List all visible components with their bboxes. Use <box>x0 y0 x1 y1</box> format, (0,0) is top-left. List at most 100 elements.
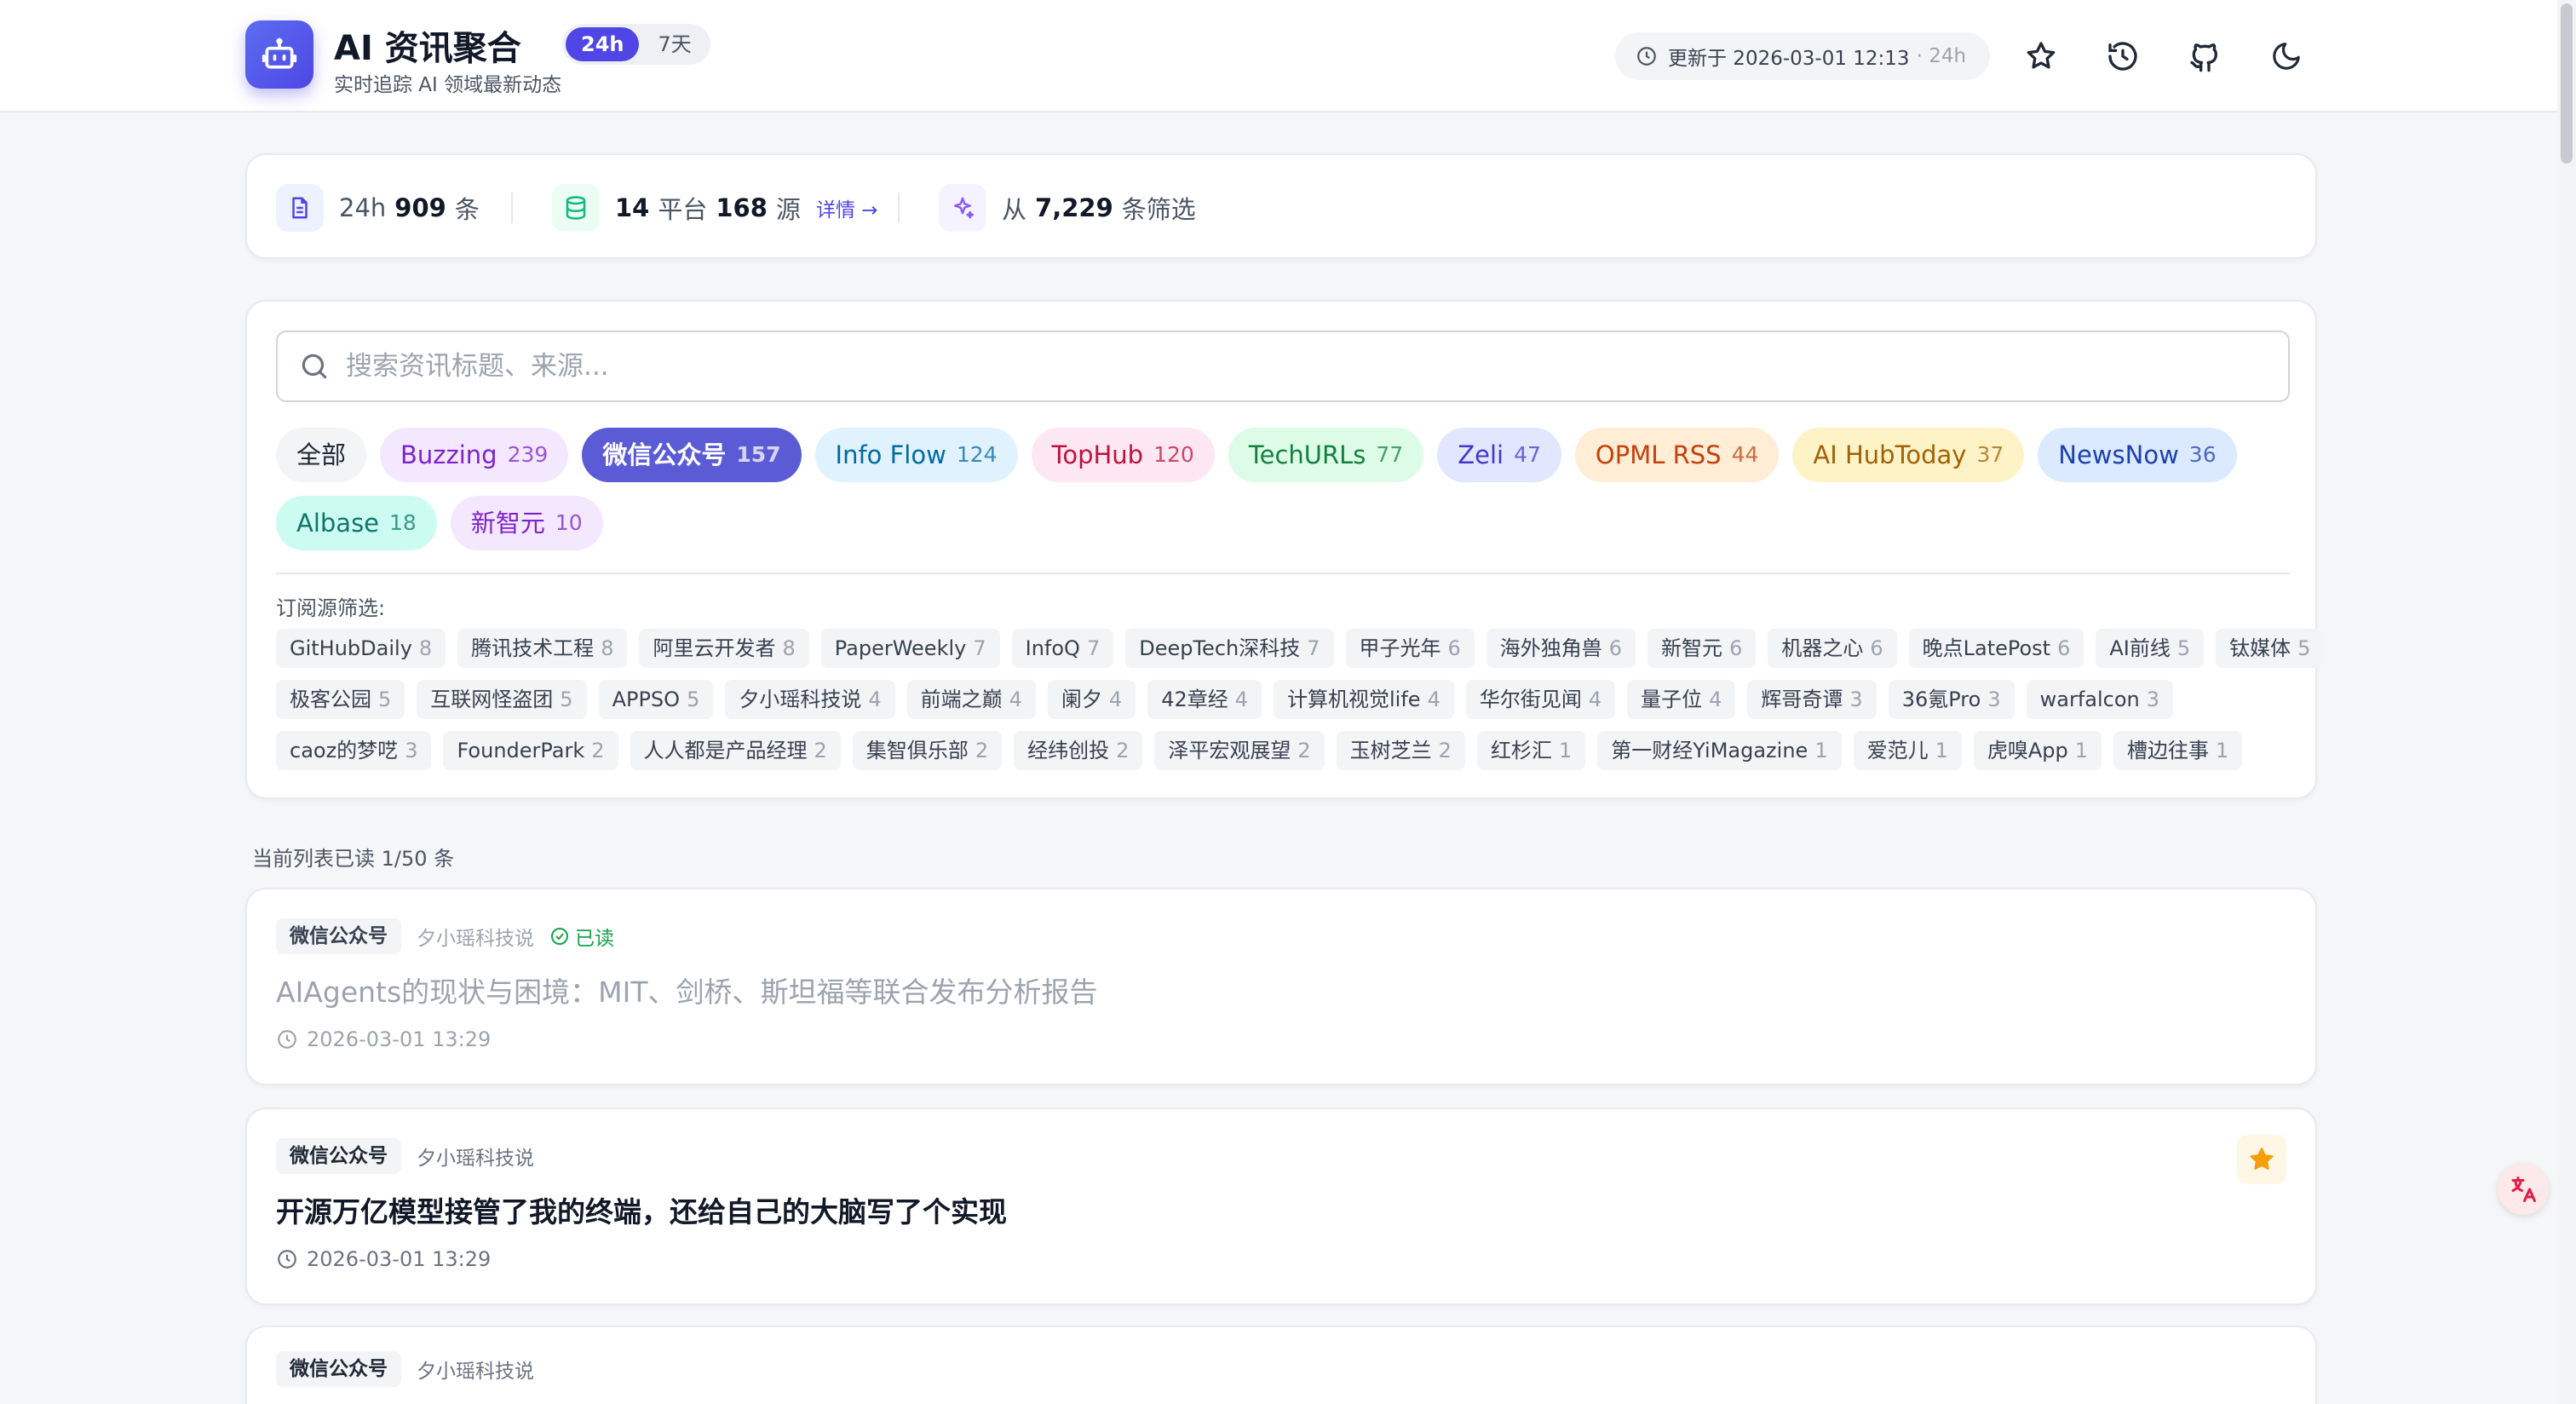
source-filter-chip[interactable]: 槽边往事 1 <box>2113 731 2243 770</box>
platform-filter-chip[interactable]: TopHub 120 <box>1031 428 1215 482</box>
platform-filter-chip[interactable]: 微信公众号 157 <box>582 428 802 482</box>
source-filter-chip[interactable]: FounderPark 2 <box>443 731 618 770</box>
source-chip-count: 2 <box>1297 739 1311 762</box>
platform-filter-chip[interactable]: TechURLs 77 <box>1228 428 1424 482</box>
item-title[interactable]: AIAgents的现状与困境：MIT、剑桥、斯坦福等联合发布分析报告 <box>276 970 1098 1010</box>
source-chip-label: 甲子光年 <box>1359 636 1441 660</box>
details-link[interactable]: 详情 → <box>816 193 878 222</box>
platform-chip-label: 微信公众号 <box>602 440 727 469</box>
platform-filter-chip[interactable]: Albase 18 <box>276 496 437 550</box>
favorite-button[interactable] <box>2237 1135 2286 1184</box>
news-item[interactable]: 微信公众号 夕小瑶科技说 已读 AIAgents的现状与困境：MIT、剑桥、斯坦… <box>245 888 2317 1085</box>
source-chip-label: 海外独角兽 <box>1499 636 1602 660</box>
source-filter-chip[interactable]: 晚点LatePost 6 <box>1908 629 2084 668</box>
source-filter-chip[interactable]: 甲子光年 6 <box>1345 629 1475 668</box>
dark-mode-toggle[interactable] <box>2264 34 2309 78</box>
source-filter-chip[interactable]: 36氪Pro 3 <box>1888 680 2015 719</box>
source-filter-chip[interactable]: 经纬创投 2 <box>1014 731 1143 770</box>
platform-chip-label: Zeli <box>1458 440 1504 469</box>
source-filter-chip[interactable]: 极客公园 5 <box>276 680 405 719</box>
source-filter-chip[interactable]: 集智俱乐部 2 <box>852 731 1003 770</box>
platform-filter-chip[interactable]: Info Flow 124 <box>814 428 1018 482</box>
source-filter-chip[interactable]: 人人都是产品经理 2 <box>630 731 841 770</box>
item-time-text: 2026-03-01 13:29 <box>307 1247 492 1271</box>
news-item[interactable]: 微信公众号 夕小瑶科技说 <box>245 1326 2317 1404</box>
source-filter-chip[interactable]: 42章经 4 <box>1147 680 1262 719</box>
range-7d-button[interactable]: 7天 <box>642 27 706 61</box>
platform-chip-label: Albase <box>296 509 380 538</box>
source-filter-chip[interactable]: DeepTech深科技 7 <box>1125 629 1334 668</box>
source-filter-chip[interactable]: 第一财经YiMagazine 1 <box>1597 731 1842 770</box>
source-filter-chip[interactable]: APPSO 5 <box>598 680 714 719</box>
platform-filter-chip[interactable]: 新智元 10 <box>450 496 603 550</box>
source-filter-chip[interactable]: 华尔街见闻 4 <box>1465 680 1616 719</box>
item-source: 夕小瑶科技说 <box>417 1148 534 1170</box>
source-filter-chip[interactable]: 玉树芝兰 2 <box>1336 731 1465 770</box>
source-chip-count: 1 <box>1814 739 1828 762</box>
source-chip-label: 集智俱乐部 <box>865 739 969 762</box>
source-filter-chip[interactable]: 新智元 6 <box>1647 629 1757 668</box>
source-filter-chip[interactable]: 辉哥奇谭 3 <box>1747 680 1877 719</box>
platform-filter-chip[interactable]: OPML RSS 44 <box>1574 428 1780 482</box>
source-chip-label: warfalcon <box>2039 688 2140 711</box>
search-input[interactable] <box>346 351 2220 382</box>
source-filter-chip[interactable]: 阿里云开发者 8 <box>639 629 809 668</box>
clock-icon <box>278 1030 296 1049</box>
robot-logo-icon <box>245 20 313 89</box>
github-button[interactable] <box>2182 34 2227 78</box>
source-chip-label: 42章经 <box>1161 688 1228 711</box>
platform-chip-label: TechURLs <box>1248 440 1366 469</box>
source-chip-count: 3 <box>405 739 418 762</box>
source-filter-chip[interactable]: 海外独角兽 6 <box>1486 629 1636 668</box>
source-filter-chip[interactable]: 计算机视觉life 4 <box>1274 680 1454 719</box>
news-item[interactable]: 微信公众号 夕小瑶科技说 开源万亿模型接管了我的终端，还给自己的大脑写了个实现 … <box>245 1108 2317 1305</box>
source-filter-chip[interactable]: AI前线 5 <box>2096 629 2205 668</box>
stat-filtered-suffix: 条筛选 <box>1121 195 1196 224</box>
favorites-button[interactable] <box>2019 34 2063 78</box>
stat-platforms-label: 平台 <box>658 195 708 224</box>
source-chip-count: 4 <box>868 688 882 711</box>
source-filter-chip[interactable]: 钛媒体 5 <box>2216 629 2325 668</box>
range-24h-button[interactable]: 24h <box>566 27 640 61</box>
source-filter-chip[interactable]: 腾讯技术工程 8 <box>457 629 628 668</box>
platform-filter-chip[interactable]: NewsNow 36 <box>2038 428 2237 482</box>
scrollbar-thumb[interactable] <box>2561 3 2573 164</box>
source-filter-chip[interactable]: 爱范儿 1 <box>1853 731 1962 770</box>
platform-chip-count: 37 <box>1976 442 2004 467</box>
stat-platforms-count: 14 <box>615 193 650 222</box>
app-subtitle: 实时追踪 AI 领域最新动态 <box>334 74 562 96</box>
source-filter-chip[interactable]: 互联网怪盗团 5 <box>417 680 587 719</box>
platform-filter-chip[interactable]: AI HubToday 37 <box>1792 428 2025 482</box>
source-filter-chip[interactable]: 泽平宏观展望 2 <box>1154 731 1325 770</box>
source-filter-chip[interactable]: 机器之心 6 <box>1768 629 1897 668</box>
source-filter-chip[interactable]: 夕小瑶科技说 4 <box>725 680 895 719</box>
item-title[interactable]: 开源万亿模型接管了我的终端，还给自己的大脑写了个实现 <box>276 1189 1007 1230</box>
platform-filter-chip[interactable]: Zeli 47 <box>1437 428 1561 482</box>
platform-filter-chip[interactable]: Buzzing 239 <box>380 428 569 482</box>
source-chip-count: 4 <box>1588 688 1602 711</box>
source-filter-chip[interactable]: InfoQ 7 <box>1011 629 1114 668</box>
check-circle-icon <box>551 928 568 945</box>
source-chip-count: 2 <box>1438 739 1452 762</box>
translate-button[interactable] <box>2498 1164 2549 1215</box>
source-chip-label: 阿里云开发者 <box>653 636 776 660</box>
source-chip-count: 5 <box>2297 636 2311 660</box>
app-title: AI 资讯聚合 <box>334 29 521 68</box>
source-filter-chip[interactable]: caoz的梦呓 3 <box>276 731 432 770</box>
divider <box>511 193 513 223</box>
source-filter-row: caoz的梦呓 3 FounderPark 2 人人都是产品经理 2 集智俱乐部 2 经纬创投 2… <box>276 731 2243 770</box>
source-chip-label: 阑夕 <box>1061 688 1102 711</box>
source-filter-chip[interactable]: 虎嗅App 1 <box>1973 731 2102 770</box>
history-button[interactable] <box>2101 34 2145 78</box>
platform-filter-chip[interactable]: 全部 <box>276 428 367 482</box>
source-filter-chip[interactable]: 阑夕 4 <box>1047 680 1136 719</box>
item-platform-tag: 微信公众号 <box>276 918 401 954</box>
source-filter-chip[interactable]: warfalcon 3 <box>2026 680 2174 719</box>
source-filter-chip[interactable]: 量子位 4 <box>1627 680 1736 719</box>
source-filter-chip[interactable]: PaperWeekly 7 <box>820 629 1000 668</box>
page-scrollbar[interactable] <box>2557 0 2576 1404</box>
source-filter-chip[interactable]: GitHubDaily 8 <box>276 629 446 668</box>
source-filter-chip[interactable]: 前端之巅 4 <box>906 680 1036 719</box>
source-filter-chip[interactable]: 红杉汇 1 <box>1476 731 1586 770</box>
source-chip-count: 8 <box>601 636 614 660</box>
